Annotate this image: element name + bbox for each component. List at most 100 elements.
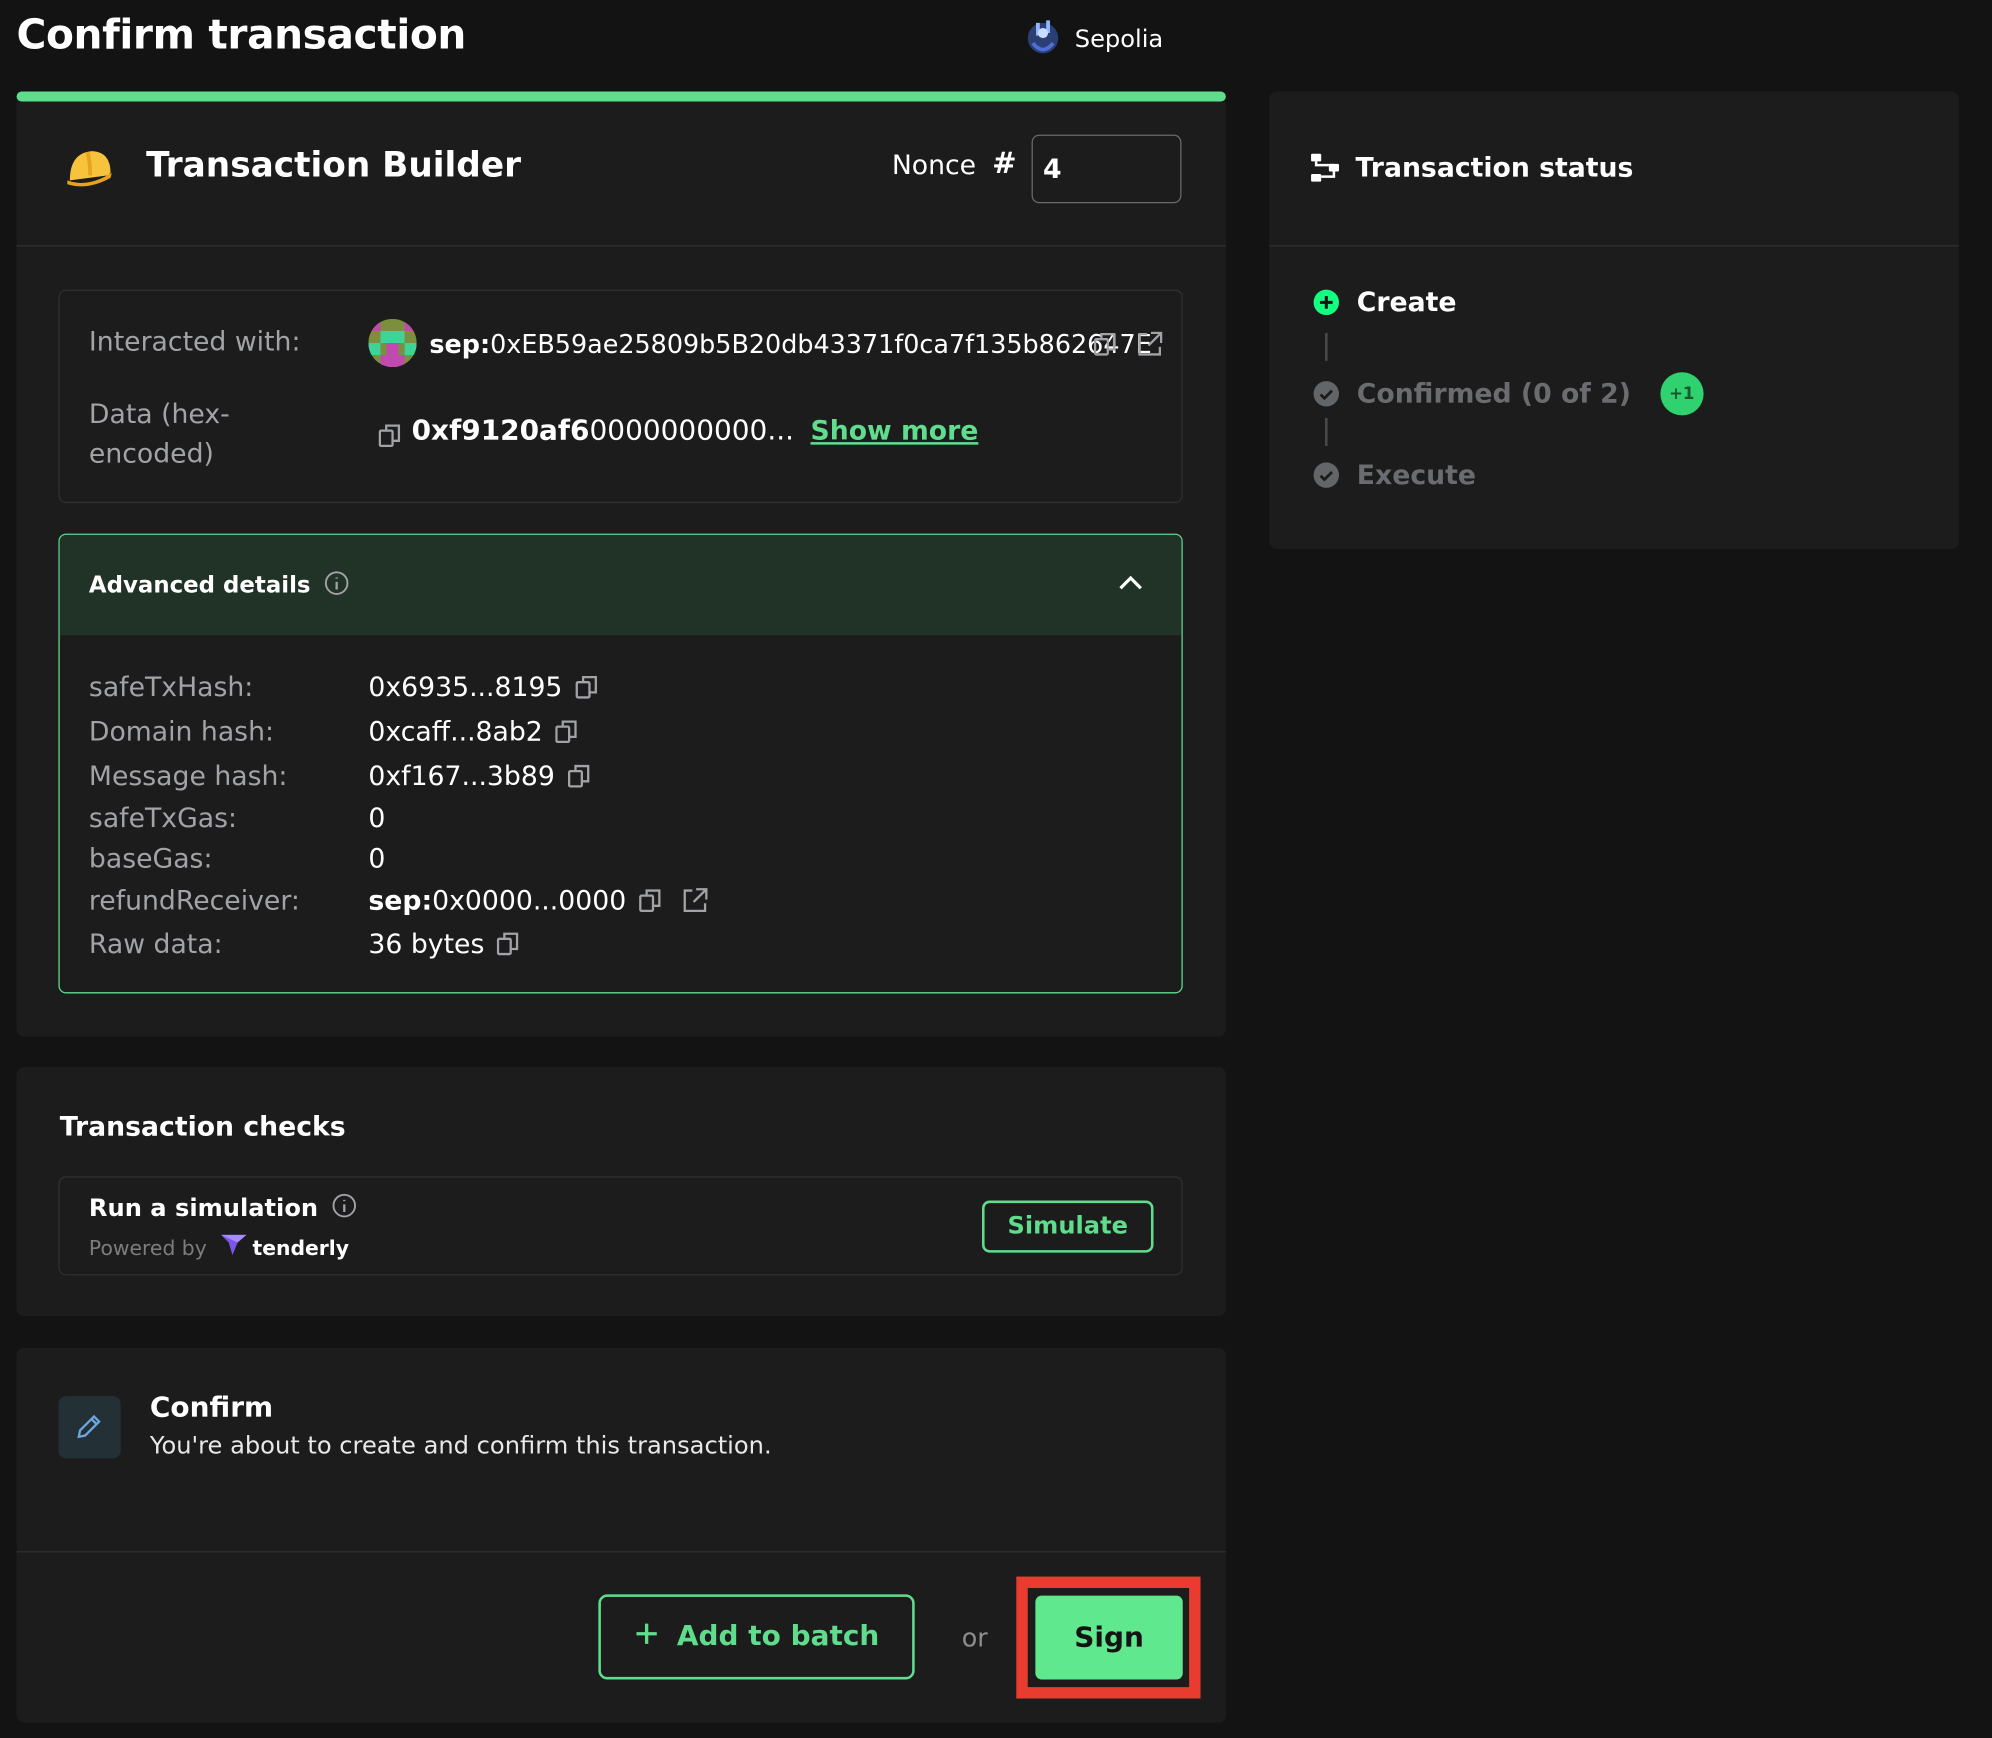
advanced-row-value: 0 [368,844,385,874]
value-content: 0xcaff...8ab2 [368,716,543,747]
check-circle-icon [1312,380,1340,408]
copy-icon[interactable] [555,719,578,744]
or-separator: or [961,1622,988,1653]
value-text: 0x6935...8195 [368,672,562,702]
interaction-details: Interacted with: sep:0xEB59ae25809b5B20d… [58,289,1183,504]
address-prefix: sep: [368,885,433,916]
page-title: Confirm transaction [16,10,467,59]
signer-badge: +1 [1660,372,1704,416]
hard-hat-icon [65,145,116,196]
hex-data: 0xf9120af60000000000... Show more [412,415,979,447]
value-content: 0 [368,802,386,834]
simulation-title: Run a simulation [89,1193,357,1225]
confirm-transaction-page: Confirm transaction Sepolia Transaction … [0,0,1992,1738]
advanced-row-value: 0x6935...8195 [368,672,598,703]
value-text: 0 [368,803,385,833]
network-name: Sepolia [1074,24,1164,53]
copy-address-icon[interactable] [1093,332,1117,362]
status-title: Transaction status [1355,152,1634,183]
interacted-with-label: Interacted with: [88,326,301,357]
step-connector [1325,332,1328,361]
step-label: Execute [1356,459,1476,491]
tenderly-logo-icon [219,1232,247,1262]
advanced-row-value: 0xf167...3b89 [368,761,590,791]
provider-name: tenderly [252,1235,350,1260]
value-text: 0xf167...3b89 [368,761,554,791]
powered-by: Powered by tenderly [89,1232,349,1262]
copy-icon[interactable] [497,931,520,956]
advanced-row-value: 0xcaff...8ab2 [368,717,578,747]
nonce-input[interactable] [1031,134,1182,204]
address-prefix: sep: [429,329,491,360]
plus-circle-icon [1312,288,1340,316]
advanced-details-panel: Advanced details safeTxHash: 0x6935...819… [58,533,1183,994]
sign-button[interactable]: Sign [1035,1595,1183,1680]
advanced-details-title-text: Advanced details [88,572,311,599]
simulation-box: Run a simulation Powered by tenderly Sim… [58,1176,1183,1276]
copy-icon[interactable] [567,764,590,789]
value-content: 0x6935...8195 [368,672,563,703]
show-more-link[interactable]: Show more [810,415,978,445]
checks-title: Transaction checks [59,1111,346,1143]
step-connector [1325,417,1328,446]
advanced-details-header[interactable]: Advanced details [59,534,1182,636]
value-content: 36 bytes [368,928,485,960]
copy-icon[interactable] [638,888,662,913]
status-step: Confirmed (0 of 2) +1 [1312,372,1704,416]
add-to-batch-label: Add to batch [676,1621,880,1653]
status-steps-icon [1310,152,1340,188]
add-to-batch-button[interactable]: Add to batch [598,1594,915,1680]
confirm-card: Confirm You're about to create and confi… [16,1347,1226,1723]
advanced-row-label: Raw data: [88,928,223,960]
address-value: 0xEB59ae25809b5B20db43371f0ca7f135b86264… [490,329,1152,360]
nonce-hash-symbol: # [992,147,1017,181]
app-header: Transaction Builder Nonce # [16,102,1226,247]
external-link-icon[interactable] [682,888,708,913]
hex-data-rest: 0000000000... [589,415,794,448]
powered-by-text: Powered by [88,1235,207,1260]
network-logo-icon [1024,15,1062,62]
check-circle-icon [1312,461,1340,489]
confirm-description: You're about to create and confirm this … [149,1431,772,1460]
advanced-row-label: baseGas: [88,843,213,875]
value-text: sep:0x0000...0000 [368,885,626,915]
advanced-row-value: sep:0x0000...0000 [368,885,708,916]
value-text: 0xcaff...8ab2 [368,717,542,747]
progress-bar-fill [16,91,1226,102]
info-icon [324,570,349,602]
divider [16,1551,1226,1553]
identicon-avatar [368,318,417,372]
advanced-row-label: Message hash: [88,760,288,792]
status-step: Execute [1312,460,1476,490]
value-text: 36 bytes [368,929,484,959]
value-text: 0 [368,844,385,874]
advanced-row-label: refundReceiver: [88,885,300,916]
pencil-icon [75,1413,103,1446]
progress-bar [16,91,1226,102]
value-content: 0xf167...3b89 [368,760,555,792]
external-link-icon[interactable] [1137,331,1163,362]
confirm-icon-box [58,1396,121,1459]
step-label: Confirmed (0 of 2) [1356,378,1631,410]
data-label: Data (hex-encoded) [88,398,230,469]
contract-address: sep:0xEB59ae25809b5B20db43371f0ca7f135b8… [429,329,1151,359]
plus-icon [634,1620,659,1653]
copy-data-icon[interactable] [378,423,402,453]
transaction-checks-card: Transaction checks Run a simulation Powe… [16,1067,1226,1317]
step-label: Create [1356,287,1457,318]
advanced-row-label: Domain hash: [88,716,274,747]
advanced-row-label: safeTxGas: [88,802,237,834]
simulate-button[interactable]: Simulate [982,1200,1154,1253]
simulation-title-text: Run a simulation [88,1194,319,1223]
copy-icon[interactable] [575,675,598,700]
chevron-up-icon[interactable] [1118,573,1143,597]
transaction-card: Transaction Builder Nonce # Interacted w… [16,101,1226,1037]
status-header: Transaction status [1269,91,1959,247]
nonce-label: Nonce [891,149,977,181]
value-content: 0 [368,843,386,875]
confirm-title: Confirm [149,1392,274,1425]
network-indicator[interactable]: Sepolia [1024,15,1163,62]
advanced-details-title: Advanced details [89,570,349,602]
status-step: Create [1312,287,1457,318]
transaction-status-card: Transaction status Create Confirmed (0 of… [1269,91,1959,549]
